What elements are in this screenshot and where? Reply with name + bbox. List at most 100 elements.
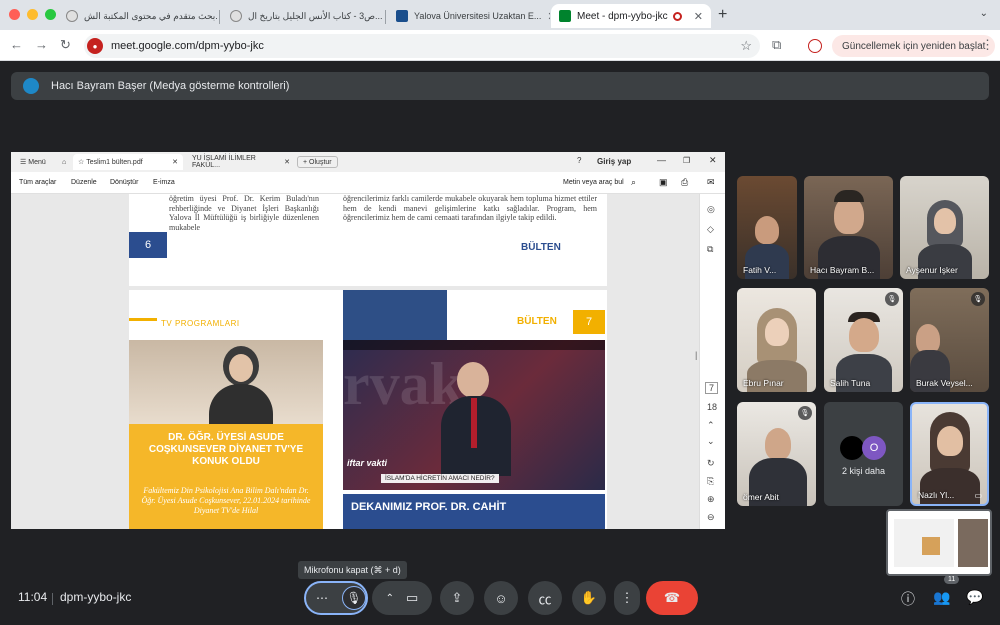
- login-button[interactable]: Giriş yap: [597, 157, 631, 166]
- tool-search-input[interactable]: Metin veya araç bul: [563, 179, 624, 186]
- home-icon[interactable]: ⌂: [57, 154, 71, 170]
- zoom-out-icon[interactable]: ⊖: [707, 512, 715, 523]
- site-info-icon[interactable]: ●: [87, 38, 103, 54]
- reload-icon[interactable]: ↻: [60, 37, 71, 53]
- back-icon[interactable]: ←: [10, 37, 23, 52]
- help-icon[interactable]: ?: [577, 156, 581, 165]
- captions-button[interactable]: ㏄: [528, 581, 562, 615]
- browser-tab-strip: بحث متقدم في محتوى المكتبة الش... ✕ ص3 -…: [0, 0, 1000, 30]
- scroll-indicator[interactable]: |: [695, 350, 697, 360]
- forward-icon[interactable]: →: [35, 37, 48, 52]
- extensions-icon[interactable]: ⧉: [772, 37, 781, 53]
- participant-tile[interactable]: 🎙 Salih Tuna: [824, 288, 903, 392]
- participant-tile-speaking[interactable]: Nazlı Yl... ▭: [910, 402, 989, 506]
- current-page-field[interactable]: 7: [705, 382, 719, 394]
- browser-tab[interactable]: بحث متقدم في محتوى المكتبة الش... ✕: [58, 4, 218, 28]
- chevron-down-icon[interactable]: ⌄: [707, 436, 715, 447]
- comment-icon[interactable]: ◇: [707, 224, 714, 235]
- presenter-bar[interactable]: Hacı Bayram Başer (Medya gösterme kontro…: [11, 72, 989, 100]
- more-vert-icon: ⋮: [620, 590, 634, 605]
- hand-icon: ✋: [580, 590, 598, 605]
- menu-convert[interactable]: Dönüştür: [110, 179, 138, 186]
- participant-tile[interactable]: 🎙 ömer Abit: [737, 402, 816, 506]
- bulten-logo: BÜLTEN: [517, 316, 557, 327]
- maximize-window-button[interactable]: [45, 9, 56, 20]
- chevron-up-icon[interactable]: ⌃: [386, 593, 394, 604]
- copy-icon[interactable]: ⎘: [707, 476, 714, 487]
- save-icon[interactable]: ▣: [659, 177, 668, 188]
- camera-icon[interactable]: ▭: [406, 590, 418, 606]
- mic-tooltip: Mikrofonu kapat (⌘ + d): [298, 561, 407, 579]
- more-options-button[interactable]: ⋮: [614, 581, 640, 615]
- camera-button[interactable]: ⌃ ▭: [372, 581, 432, 615]
- close-tab-icon[interactable]: ✕: [688, 10, 703, 23]
- menu-esign[interactable]: E-imza: [153, 179, 175, 186]
- close-window-button[interactable]: [9, 9, 20, 20]
- new-tab-icon[interactable]: +: [718, 6, 727, 24]
- browser-tab[interactable]: ص3 - كتاب الأنس الجليل بتاريخ ال... ✕: [222, 4, 384, 28]
- bookmark-star-icon[interactable]: ☆: [740, 38, 752, 54]
- browser-tab-active[interactable]: Meet - dpm-yybo-jkc ✕: [551, 4, 711, 28]
- browser-tab[interactable]: Yalova Üniversitesi Uzaktan E... ✕: [388, 4, 550, 28]
- emoji-icon: ☺: [494, 590, 508, 606]
- participant-tile[interactable]: Fatih V...: [737, 176, 797, 279]
- people-icon[interactable]: 👥: [933, 589, 950, 606]
- meet-icon: [559, 10, 571, 22]
- page-number-badge: 7: [573, 310, 605, 334]
- info-icon[interactable]: ⓘ: [901, 589, 915, 609]
- minimize-icon[interactable]: —: [657, 155, 666, 165]
- pdf-page-7: TV PROGRAMLARI BÜLTEN 7 DR. ÖĞR. ÜYESİ A…: [129, 290, 607, 529]
- print-icon[interactable]: ⎙: [681, 177, 688, 188]
- menu-edit[interactable]: Düzenle: [71, 179, 97, 186]
- close-icon[interactable]: ✕: [709, 155, 717, 166]
- chat-icon[interactable]: 💬: [966, 589, 983, 606]
- shared-screen: ☰ Menü ⌂ ☆ Teslim1 bülten.pdf ✕ YU İSLAMİ…: [11, 152, 725, 529]
- mail-icon[interactable]: ✉: [707, 177, 715, 188]
- profile-icon[interactable]: [808, 39, 822, 53]
- pages-icon[interactable]: ⧉: [707, 244, 713, 255]
- create-button[interactable]: + Oluştur: [297, 156, 338, 168]
- rotate-icon[interactable]: ↻: [707, 458, 715, 469]
- address-bar[interactable]: ● meet.google.com/dpm-yybo-jkc ☆: [84, 34, 760, 58]
- chevron-up-icon[interactable]: ⌃: [707, 420, 715, 431]
- minimize-window-button[interactable]: [27, 9, 38, 20]
- mic-button[interactable]: ⋯ 🎙: [304, 581, 368, 615]
- hang-up-icon: ☎: [663, 590, 681, 605]
- raise-hand-button[interactable]: ✋: [572, 581, 606, 615]
- participant-tile[interactable]: Hacı Bayram B...: [804, 176, 893, 279]
- close-tab-icon[interactable]: ✕: [382, 10, 384, 23]
- reactions-button[interactable]: ☺: [484, 581, 518, 615]
- sign-icon[interactable]: ◎: [707, 204, 715, 215]
- self-view[interactable]: [886, 509, 992, 576]
- more-dots-icon[interactable]: ⋯: [316, 591, 328, 605]
- participant-tile[interactable]: 🎙 Burak Veysel...: [910, 288, 989, 392]
- close-tab-icon: ✕: [284, 159, 290, 166]
- participant-avatar: O: [862, 436, 886, 460]
- pin-icon[interactable]: ▭: [974, 491, 982, 500]
- captions-icon: ㏄: [538, 591, 552, 607]
- update-button[interactable]: Güncellemek için yeniden başlat: [832, 35, 996, 57]
- pdf-document-area[interactable]: öğretim üyesi Prof. Dr. Kerim Buladı'nın…: [11, 194, 699, 529]
- section-heading: TV PROGRAMLARI: [161, 319, 240, 328]
- mic-off-icon: 🎙: [798, 406, 812, 420]
- restore-icon[interactable]: ❐: [683, 156, 690, 165]
- microphone-icon[interactable]: 🎙: [342, 586, 366, 610]
- total-pages: 18: [707, 402, 718, 412]
- pdf-tab-active[interactable]: ☆ Teslim1 bülten.pdf ✕: [73, 154, 183, 170]
- close-tab-icon[interactable]: ✕: [541, 10, 550, 23]
- pdf-menu-button[interactable]: ☰ Menü: [15, 154, 51, 170]
- presenter-avatar: [23, 78, 39, 94]
- participant-tile[interactable]: Ebru Pınar: [737, 288, 816, 392]
- participant-tile[interactable]: Ayşenur Işker: [900, 176, 989, 279]
- clock: 11:04: [18, 590, 48, 604]
- more-menu-icon[interactable]: ⋮: [981, 37, 994, 53]
- leave-call-button[interactable]: ☎: [646, 581, 698, 615]
- menu-all-tools[interactable]: Tüm araçlar: [19, 179, 56, 186]
- chevron-down-icon[interactable]: ⌄: [980, 8, 988, 19]
- pdf-tab[interactable]: YU İSLAMİ İLİMLER FAKÜL... ✕: [187, 154, 295, 170]
- search-icon[interactable]: ⌕: [631, 177, 636, 188]
- more-participants-tile[interactable]: O 2 kişi daha: [824, 402, 903, 506]
- participant-avatar: [840, 436, 864, 460]
- present-button[interactable]: ⇪: [440, 581, 474, 615]
- zoom-in-icon[interactable]: ⊕: [707, 494, 715, 505]
